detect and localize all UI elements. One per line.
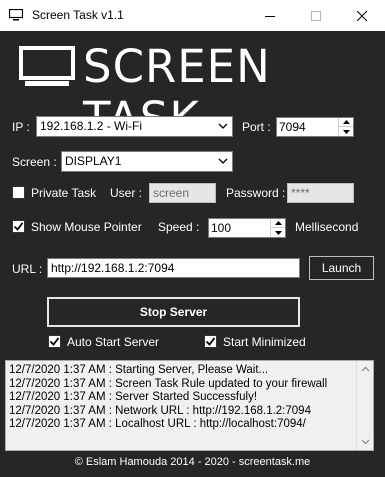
url-label: URL : [12,262,43,276]
launch-button[interactable]: Launch [309,256,374,280]
log-line: 12/7/2020 1:37 AM : Screen Task Rule upd… [9,377,328,390]
scroll-down-icon[interactable] [361,439,370,445]
start-minimized-label: Start Minimized [223,335,306,349]
speed-down-button[interactable] [271,228,285,237]
password-label: Password : [226,186,286,200]
caret-down-icon [274,230,282,235]
private-task-label: Private Task [31,186,97,200]
screen-select[interactable]: DISPLAY1 [61,151,233,172]
log-textbox[interactable]: 12/7/2020 1:37 AM : Starting Server, Ple… [5,360,374,451]
speed-unit-label: Mellisecond [295,220,359,234]
ip-select-value: 192.168.1.2 - Wi-Fi [40,119,143,133]
show-mouse-pointer-label: Show Mouse Pointer [31,220,142,234]
log-line: 12/7/2020 1:37 AM : Network URL : http:/… [9,404,311,417]
log-line: 12/7/2020 1:37 AM : Starting Server, Ple… [9,364,269,376]
minimize-button[interactable] [247,0,293,31]
speed-label: Speed : [158,220,200,234]
close-icon [357,10,367,21]
port-down-button[interactable] [339,127,353,136]
screen-label: Screen : [12,155,57,169]
checkmark-icon [49,337,60,346]
user-input[interactable]: screen [149,183,216,203]
close-button[interactable] [339,0,385,31]
chevron-down-icon [218,158,228,164]
url-field[interactable]: http://192.168.1.2:7094 [47,258,300,278]
footer-copyright: © Eslam Hamouda 2014 - 2020 - screentask… [74,456,311,468]
monitor-logo-icon [19,46,75,86]
auto-start-server-label: Auto Start Server [67,335,160,349]
show-mouse-pointer-checkbox[interactable] [12,220,25,233]
password-input[interactable]: **** [287,183,354,203]
port-value: 7094 [279,120,306,134]
chevron-down-icon [218,123,228,129]
minimize-icon [265,15,275,17]
port-up-button[interactable] [339,118,353,127]
auto-start-server-checkbox[interactable] [48,335,61,348]
maximize-icon [311,10,321,21]
log-scrollbar[interactable] [356,361,373,450]
log-line: 12/7/2020 1:37 AM : Server Started Succe… [9,391,258,403]
private-task-checkbox[interactable] [12,186,25,199]
checkmark-icon [205,337,216,346]
port-stepper[interactable]: 7094 [276,117,354,137]
caret-up-icon [274,221,282,225]
scroll-up-icon[interactable] [361,366,370,372]
caret-up-icon [342,120,350,124]
monitor-icon [9,9,23,21]
screen-select-value: DISPLAY1 [65,154,122,168]
window-title: Screen Task v1.1 [32,8,124,22]
maximize-button[interactable] [293,0,339,31]
checkmark-icon [13,222,24,231]
start-minimized-checkbox[interactable] [204,335,217,348]
ip-label: IP : [12,120,30,134]
speed-stepper[interactable]: 100 [208,218,286,238]
stop-server-button[interactable]: Stop Server [47,297,300,327]
port-label: Port : [242,120,271,134]
speed-value: 100 [211,221,232,235]
log-line: 12/7/2020 1:37 AM : Localhost URL : http… [9,418,306,430]
user-label: User : [110,186,143,200]
ip-select[interactable]: 192.168.1.2 - Wi-Fi [36,116,233,137]
caret-down-icon [342,129,350,134]
speed-up-button[interactable] [271,219,285,228]
title-bar[interactable]: Screen Task v1.1 [0,0,385,31]
